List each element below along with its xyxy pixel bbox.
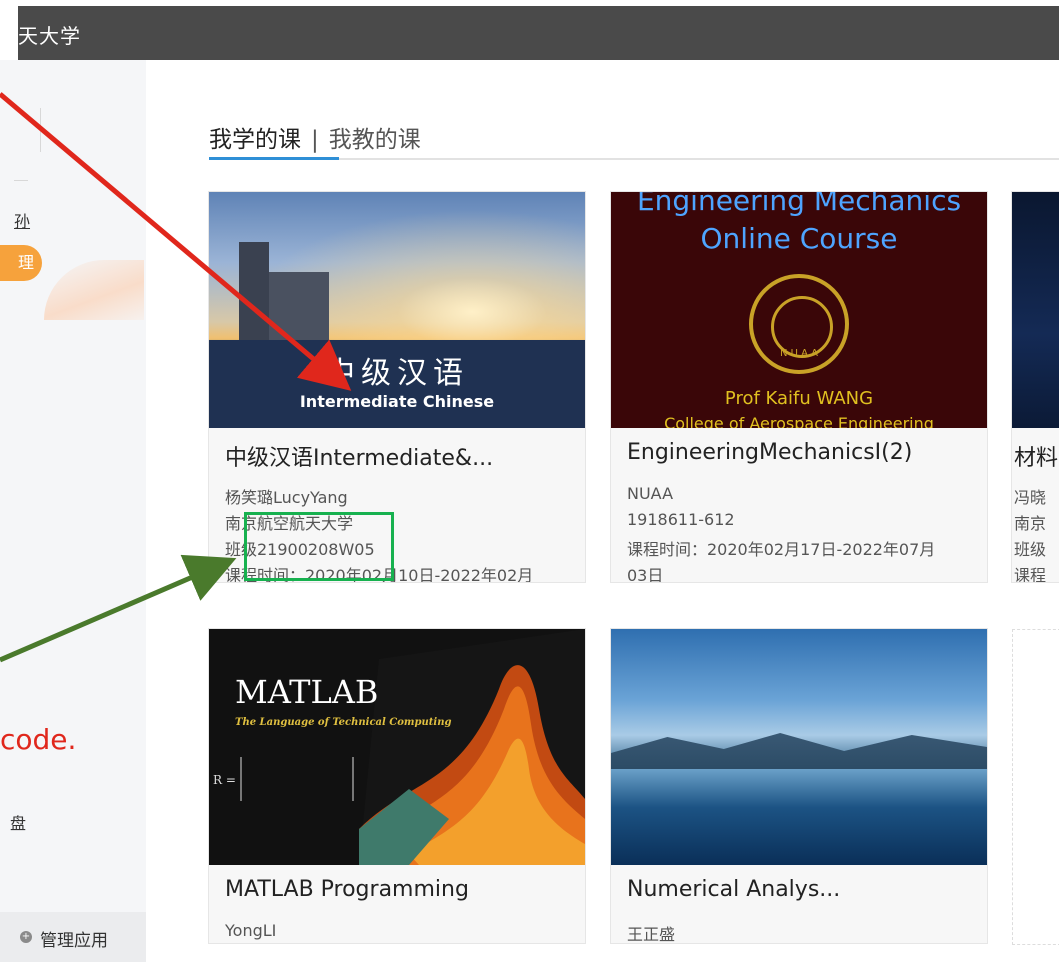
course-cover-image[interactable]: Engineering Mechanics Online Course N U … bbox=[611, 192, 987, 428]
course-time: 课程 bbox=[1014, 566, 1047, 582]
matlab-matrix-graphic: R = bbox=[213, 757, 354, 801]
course-card[interactable]: Engineering Mechanics Online Course N U … bbox=[611, 192, 987, 582]
manage-apps-label: 管理应用 bbox=[40, 931, 108, 951]
cover-english-title: Intermediate Chinese bbox=[299, 392, 495, 411]
course-title[interactable]: 材料 bbox=[1014, 440, 1058, 472]
course-teacher: NUAA bbox=[627, 484, 674, 503]
course-time-cont: 03日 bbox=[627, 566, 664, 582]
sidebar-user-link[interactable]: 孙 bbox=[14, 208, 30, 232]
course-teacher: 冯晓 bbox=[1014, 488, 1047, 507]
sidebar: 孙 理 code. 盘 + 管理应用 bbox=[0, 60, 146, 962]
course-code: 1918611-612 bbox=[627, 510, 735, 529]
course-time: 课程时间：2020年02月17日-2022年07月 bbox=[627, 540, 936, 559]
course-cover-image[interactable]: MATLAB The Language of Technical Computi… bbox=[209, 629, 585, 865]
cover-chinese-title: 中级汉语 bbox=[325, 356, 469, 391]
sidebar-role-badge[interactable]: 理 bbox=[0, 245, 42, 281]
course-tabs: 我学的课 | 我教的课 bbox=[209, 120, 421, 154]
seal-text: N U A A bbox=[779, 348, 819, 359]
university-seal-icon: N U A A bbox=[749, 274, 849, 374]
sidebar-divider bbox=[40, 108, 41, 152]
add-course-placeholder[interactable] bbox=[1012, 629, 1059, 945]
cover-matlab-title: MATLAB bbox=[235, 673, 379, 711]
course-cover-image[interactable]: 中级汉语 Intermediate Chinese bbox=[209, 192, 585, 428]
course-cover-image[interactable] bbox=[1012, 192, 1059, 428]
course-class: 班级 bbox=[1014, 540, 1047, 559]
plus-icon: + bbox=[20, 931, 32, 943]
top-header-bar: 天大学 bbox=[18, 6, 1059, 60]
course-title[interactable]: Numerical Analys... bbox=[627, 877, 840, 902]
course-school: 南京 bbox=[1014, 514, 1047, 533]
sidebar-item-drive[interactable]: 盘 bbox=[10, 810, 26, 834]
cover-title-line1: Engineering Mechanics bbox=[636, 192, 962, 217]
cover-building bbox=[269, 272, 329, 342]
course-teacher: YongLI bbox=[225, 921, 277, 940]
cover-title-line2: Online Course bbox=[700, 222, 898, 255]
sidebar-decoration bbox=[44, 260, 144, 320]
course-title[interactable]: MATLAB Programming bbox=[225, 877, 469, 902]
annotation-note: code. bbox=[0, 723, 77, 756]
course-teacher: 王正盛 bbox=[627, 925, 676, 943]
school-title: 天大学 bbox=[18, 24, 81, 48]
course-card[interactable]: MATLAB The Language of Technical Computi… bbox=[209, 629, 585, 943]
tab-active-indicator bbox=[209, 157, 339, 160]
tab-teaching-courses[interactable]: 我教的课 bbox=[329, 127, 421, 153]
cover-professor: Prof Kaifu WANG bbox=[724, 388, 874, 409]
course-title[interactable]: EngineeringMechanicsI(2) bbox=[627, 440, 912, 465]
cover-lake bbox=[611, 769, 987, 865]
course-card[interactable]: Numerical Analys... 王正盛 bbox=[611, 629, 987, 943]
annotation-highlight-box bbox=[244, 512, 394, 581]
course-teacher: 杨笑璐LucyYang bbox=[225, 488, 348, 507]
matlab-membrane-graphic bbox=[359, 629, 585, 865]
cover-matlab-subtitle: The Language of Technical Computing bbox=[235, 717, 452, 728]
cover-college: College of Aerospace Engineering bbox=[664, 414, 934, 428]
course-cover-image[interactable] bbox=[611, 629, 987, 865]
cover-building bbox=[239, 242, 269, 342]
tab-my-courses[interactable]: 我学的课 bbox=[209, 127, 301, 153]
manage-apps-button[interactable]: + 管理应用 bbox=[0, 912, 146, 962]
course-card[interactable]: 材料 冯晓 南京 班级 课程 bbox=[1012, 192, 1059, 582]
course-title[interactable]: 中级汉语Intermediate&... bbox=[225, 440, 493, 472]
cover-mountains bbox=[611, 733, 987, 769]
tab-separator: | bbox=[311, 127, 319, 153]
sidebar-divider-h bbox=[14, 180, 28, 181]
svg-text:R =: R = bbox=[213, 773, 236, 787]
